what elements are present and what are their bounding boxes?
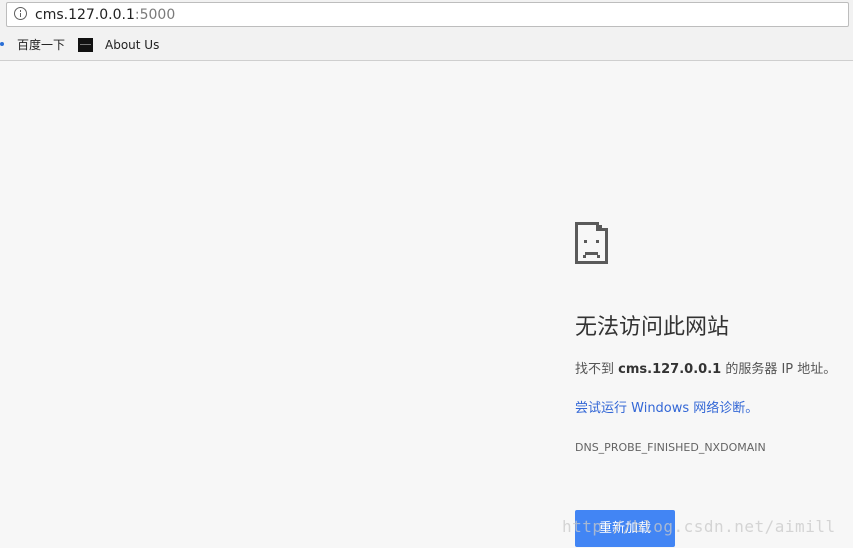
url-host: cms.127.0.0.1 <box>35 7 135 23</box>
detail-suffix: 的服务器 IP 地址。 <box>725 362 837 377</box>
diagnostics-link[interactable]: 尝试运行 Windows 网络诊断。 <box>575 400 758 418</box>
error-code: DNS_PROBE_FINISHED_NXDOMAIN <box>575 441 766 454</box>
error-detail: 找不到 cms.127.0.0.1 的服务器 IP 地址。 <box>575 361 836 379</box>
bookmarks-bar: 百度一下 About Us <box>0 33 853 57</box>
browser-chrome: cms.127.0.0.1:5000 百度一下 About Us <box>0 0 853 61</box>
error-heading: 无法访问此网站 <box>575 315 730 340</box>
url-text[interactable]: cms.127.0.0.1:5000 <box>35 6 175 24</box>
url-port: :5000 <box>134 7 176 23</box>
detail-host: cms.127.0.0.1 <box>618 362 722 377</box>
watermark: http://blog.csdn.net/aimill <box>562 517 836 536</box>
bookmark-about-us[interactable]: About Us <box>105 37 159 53</box>
address-bar[interactable]: cms.127.0.0.1:5000 <box>6 2 849 27</box>
sad-page-icon <box>575 222 608 264</box>
paw-icon <box>0 42 4 46</box>
info-icon[interactable] <box>14 7 27 20</box>
bookmark-favicon <box>78 38 93 52</box>
detail-prefix: 找不到 <box>575 362 615 377</box>
bookmark-baidu[interactable]: 百度一下 <box>17 37 65 53</box>
